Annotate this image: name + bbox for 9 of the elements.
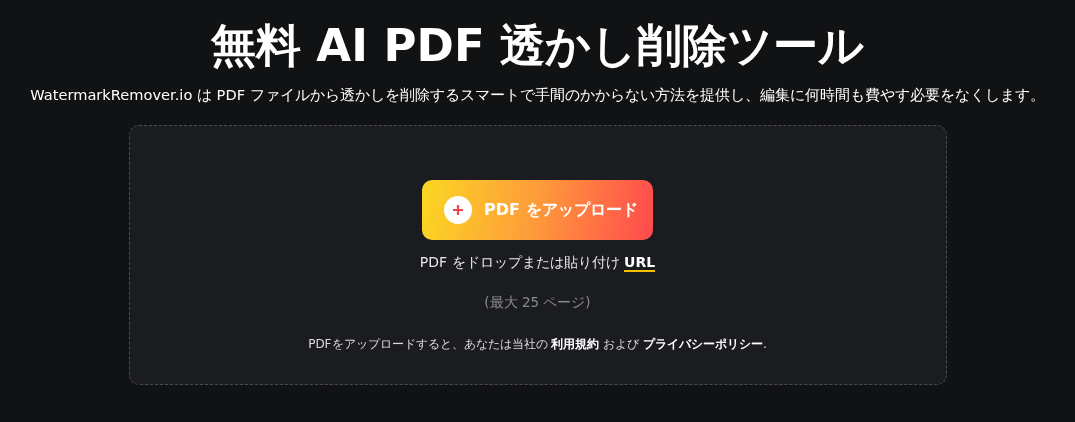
- drop-hint: PDF をドロップまたは貼り付け URL: [419, 254, 656, 272]
- plus-icon: [444, 196, 472, 224]
- terms-link[interactable]: 利用規約: [551, 337, 600, 351]
- legal-notice: PDFをアップロードすると、あなたは当社の 利用規約 および プライバシーポリシー.: [308, 336, 767, 353]
- page-limit: (最大 25 ページ): [484, 294, 591, 312]
- privacy-link[interactable]: プライバシーポリシー: [643, 337, 763, 351]
- subtitle: WatermarkRemover.io は PDF ファイルから透かしを削除するスマートで手間のかからない方法を提供し、編集に何時間も費やす必要をなくします。: [30, 86, 1045, 105]
- page-title: 無料 AI PDF 透かし削除ツール: [210, 18, 865, 74]
- url-link[interactable]: URL: [624, 254, 656, 272]
